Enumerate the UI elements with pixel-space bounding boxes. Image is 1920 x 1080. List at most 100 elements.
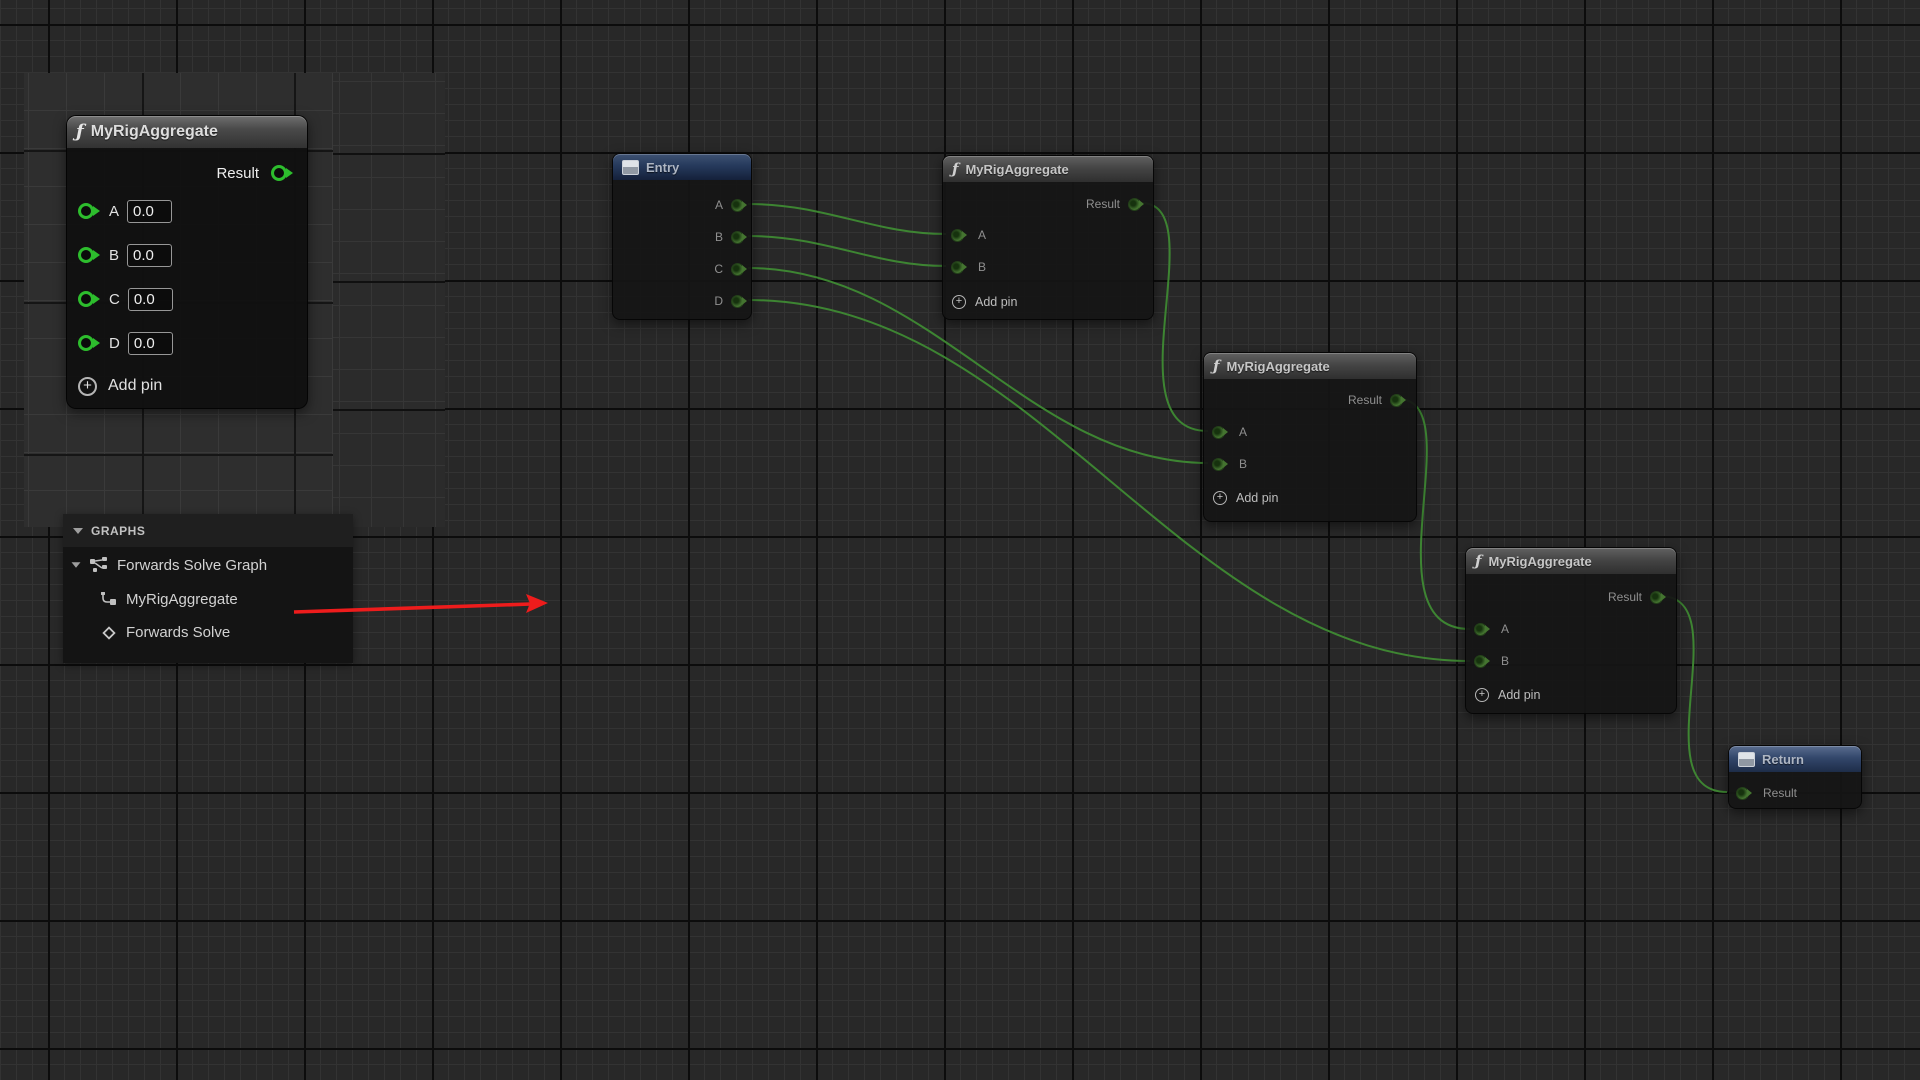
- graph-item-forwards-solve[interactable]: Forwards Solve: [63, 616, 353, 649]
- pin-row-b: B: [1213, 453, 1247, 475]
- pin-row-result: Result: [1086, 193, 1140, 215]
- node-title: MyRigAggregate: [1226, 359, 1329, 374]
- result-pin[interactable]: [1391, 395, 1402, 406]
- pin-label-d: D: [109, 335, 120, 352]
- value-field-d[interactable]: [128, 332, 173, 355]
- add-pin-row[interactable]: Add pin: [952, 291, 1017, 313]
- pin-row-a: A: [1213, 421, 1247, 443]
- node-header[interactable]: ƒ MyRigAggregate: [67, 116, 307, 148]
- input-pin-b[interactable]: [78, 247, 94, 263]
- node-myrigaggregate-2[interactable]: ƒ MyRigAggregate Result A B Add pin: [1203, 352, 1417, 522]
- pin-row-d: D: [78, 332, 173, 354]
- input-pin-d[interactable]: [78, 335, 94, 351]
- node-title: Return: [1762, 752, 1804, 767]
- pin-row-b: B: [78, 244, 172, 266]
- node-header[interactable]: ƒ MyRigAggregate: [943, 156, 1153, 182]
- pin-row-a: A: [1475, 618, 1509, 640]
- chevron-down-icon: [73, 528, 83, 534]
- input-pin-b[interactable]: [1475, 656, 1486, 667]
- collapsed-graph-icon: [622, 160, 639, 175]
- graph-item-forwards-solve-graph[interactable]: Forwards Solve Graph: [63, 547, 353, 583]
- node-title: MyRigAggregate: [965, 162, 1068, 177]
- input-pin-a[interactable]: [1213, 427, 1224, 438]
- node-title: MyRigAggregate: [91, 123, 218, 141]
- pin-label-a: A: [109, 203, 119, 220]
- value-field-c[interactable]: [128, 288, 173, 311]
- output-pin-b[interactable]: [732, 232, 743, 243]
- input-pin-a[interactable]: [78, 203, 94, 219]
- pin-label-result: Result: [1608, 590, 1642, 604]
- pin-label-a: A: [1501, 622, 1509, 636]
- graph-canvas[interactable]: ƒ MyRigAggregate Result A B C D: [0, 0, 1920, 1080]
- add-pin-row[interactable]: Add pin: [1213, 487, 1278, 509]
- node-return[interactable]: Return Result: [1728, 745, 1862, 809]
- node-myrigaggregate-preview[interactable]: ƒ MyRigAggregate Result A B C D: [66, 115, 308, 409]
- pin-label-b: B: [715, 230, 723, 244]
- pin-row-b: B: [715, 226, 743, 248]
- node-header[interactable]: Entry: [613, 154, 751, 180]
- pin-label-d: D: [714, 294, 723, 308]
- graphs-panel-header[interactable]: GRAPHS: [63, 514, 353, 547]
- add-pin-icon[interactable]: [1475, 688, 1489, 702]
- add-pin-label: Add pin: [108, 377, 162, 395]
- result-pin[interactable]: [271, 165, 287, 181]
- graph-item-label: Forwards Solve: [126, 624, 230, 641]
- pin-row-c: C: [714, 258, 743, 280]
- input-pin-c[interactable]: [78, 291, 94, 307]
- input-pin-a[interactable]: [952, 230, 963, 241]
- graph-item-label: MyRigAggregate: [126, 591, 238, 608]
- pin-row-a: A: [78, 200, 172, 222]
- pin-row-result: Result: [216, 162, 287, 184]
- value-field-b[interactable]: [127, 244, 172, 267]
- pin-row-a: A: [952, 224, 986, 246]
- node-title: MyRigAggregate: [1488, 554, 1591, 569]
- add-pin-label: Add pin: [1498, 688, 1540, 702]
- add-pin-label: Add pin: [975, 295, 1017, 309]
- wire-entry-a-to-agg1-a[interactable]: [748, 204, 946, 234]
- result-pin[interactable]: [1651, 592, 1662, 603]
- pin-label-b: B: [978, 260, 986, 274]
- node-myrigaggregate-3[interactable]: ƒ MyRigAggregate Result A B Add pin: [1465, 547, 1677, 714]
- pin-label-result: Result: [1763, 786, 1797, 800]
- node-myrigaggregate-1[interactable]: ƒ MyRigAggregate Result A B Add pin: [942, 155, 1154, 320]
- add-pin-label: Add pin: [1236, 491, 1278, 505]
- add-pin-icon[interactable]: [78, 377, 97, 396]
- node-header[interactable]: Return: [1729, 746, 1861, 772]
- graph-item-label: Forwards Solve Graph: [117, 557, 267, 574]
- output-pin-a[interactable]: [732, 200, 743, 211]
- node-header[interactable]: ƒ MyRigAggregate: [1204, 353, 1416, 379]
- pin-row-result: Result: [1348, 389, 1402, 411]
- wire-entry-b-to-agg1-b[interactable]: [748, 236, 946, 266]
- function-icon: ƒ: [1213, 359, 1219, 374]
- graph-item-myrigaggregate[interactable]: MyRigAggregate: [63, 583, 353, 616]
- collapsed-graph-icon: [1738, 752, 1755, 767]
- pin-label-b: B: [1239, 457, 1247, 471]
- pin-label-result: Result: [216, 165, 259, 182]
- solve-diamond-icon: [101, 625, 117, 641]
- function-subgraph-icon: [101, 592, 117, 607]
- input-pin-result[interactable]: [1737, 788, 1748, 799]
- add-pin-icon[interactable]: [952, 295, 966, 309]
- pin-row-b: B: [1475, 650, 1509, 672]
- pin-row-result: Result: [1608, 586, 1662, 608]
- add-pin-row[interactable]: Add pin: [1475, 684, 1540, 706]
- function-icon: ƒ: [1475, 554, 1481, 569]
- pin-label-c: C: [714, 262, 723, 276]
- node-entry[interactable]: Entry A B C D: [612, 153, 752, 320]
- result-pin[interactable]: [1129, 199, 1140, 210]
- pin-label-a: A: [715, 198, 723, 212]
- output-pin-c[interactable]: [732, 264, 743, 275]
- inset-grid-background-2: [333, 73, 445, 527]
- input-pin-b[interactable]: [1213, 459, 1224, 470]
- output-pin-d[interactable]: [732, 296, 743, 307]
- chevron-down-icon: [72, 562, 81, 567]
- add-pin-row[interactable]: Add pin: [78, 375, 162, 397]
- input-pin-b[interactable]: [952, 262, 963, 273]
- add-pin-icon[interactable]: [1213, 491, 1227, 505]
- pin-label-result: Result: [1348, 393, 1382, 407]
- function-icon: ƒ: [952, 162, 958, 177]
- node-header[interactable]: ƒ MyRigAggregate: [1466, 548, 1676, 574]
- value-field-a[interactable]: [127, 200, 172, 223]
- input-pin-a[interactable]: [1475, 624, 1486, 635]
- pin-label-result: Result: [1086, 197, 1120, 211]
